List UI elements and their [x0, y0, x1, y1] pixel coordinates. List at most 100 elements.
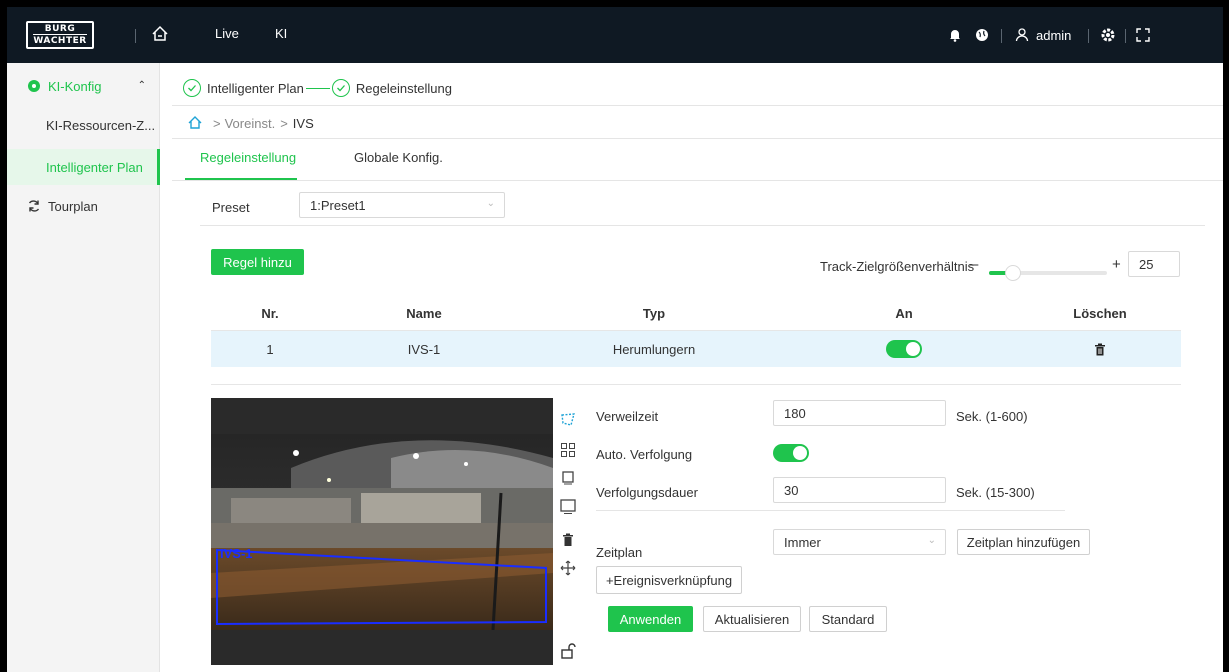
header-typ: Typ [642, 306, 666, 321]
chevron-down-icon: ⌄ [486, 198, 495, 209]
user-icon [1015, 28, 1029, 42]
sidebar-group-ki-konfig[interactable]: KI-Konfig ⌃ [7, 67, 160, 105]
check-circle-icon [183, 79, 201, 97]
breadcrumb: > Voreinst. > IVS [187, 115, 314, 131]
header-loeschen: Löschen [1073, 306, 1127, 321]
camera-preview[interactable]: IVS-1 [211, 398, 553, 665]
home-icon[interactable] [187, 115, 203, 131]
apply-button[interactable]: Anwenden [608, 606, 693, 632]
refresh-button[interactable]: Aktualisieren [703, 606, 801, 632]
logo-line-2: WACHTER [33, 34, 87, 46]
dwell-time-input[interactable]: 180 [773, 400, 946, 426]
chevron-down-icon: ⌄ [927, 535, 936, 546]
divider [172, 180, 1223, 181]
header-an: An [895, 306, 913, 321]
slider-increase-button[interactable]: + [1112, 256, 1121, 273]
move-icon[interactable] [560, 560, 576, 576]
sidebar-group-label: KI-Konfig [48, 78, 102, 94]
schedule-label: Zeitplan [596, 545, 643, 560]
video-overlay-label: IVS-1 [220, 546, 253, 561]
sidebar-item-intelligenter-plan[interactable]: Intelligenter Plan [7, 149, 160, 185]
tour-icon [28, 200, 40, 212]
trash-icon[interactable] [560, 532, 576, 548]
track-ratio-input[interactable]: 25 [1128, 251, 1180, 277]
toggle-knob [906, 342, 920, 356]
nav-ki[interactable]: KI [275, 26, 287, 41]
schedule-select[interactable]: Immer ⌄ [773, 529, 946, 555]
gear-icon[interactable] [1100, 27, 1116, 43]
sidebar-tour-label: Tourplan [48, 198, 98, 214]
row-nr: 1 [266, 341, 274, 357]
preset-select[interactable]: 1:Preset1 ⌄ [299, 192, 505, 218]
chevron-up-icon: ⌃ [137, 80, 146, 91]
app-window: BURG WACHTER Live KI admin KI-Konfig ⌃ K… [7, 7, 1223, 672]
sidebar-item-tourplan[interactable]: Tourplan [7, 187, 160, 225]
dwell-time-label: Verweilzeit [596, 409, 659, 424]
trash-icon[interactable] [1094, 343, 1106, 356]
home-icon[interactable] [150, 24, 170, 44]
add-rule-button[interactable]: Regel hinzu [211, 249, 304, 275]
breadcrumb-separator: > [280, 115, 288, 131]
divider [135, 29, 136, 43]
globe-icon[interactable] [974, 27, 990, 43]
row-typ: Herumlungern [612, 341, 696, 357]
step-connector [305, 87, 330, 89]
preset-label: Preset [212, 200, 250, 215]
min-size-icon[interactable] [560, 470, 576, 486]
toggle-knob [793, 446, 807, 460]
tab-globale-konfig[interactable]: Globale Konfig. [354, 150, 443, 165]
event-link-button[interactable]: +Ereignisverknüpfung [596, 566, 742, 594]
wizard-steps: Intelligenter Plan Regeleinstellung [183, 76, 452, 100]
tab-regeleinstellung[interactable]: Regeleinstellung [200, 150, 296, 165]
logo-line-1: BURG [44, 24, 76, 34]
divider [1001, 29, 1002, 43]
camera-image [211, 398, 553, 665]
divider [1088, 29, 1089, 43]
track-duration-input[interactable]: 30 [773, 477, 946, 503]
grid-icon[interactable] [560, 442, 576, 458]
header-nr: Nr. [261, 306, 279, 321]
check-circle-icon [331, 79, 350, 97]
bell-icon[interactable] [947, 27, 963, 43]
breadcrumb-voreinst[interactable]: Voreinst. [225, 116, 276, 131]
user-menu[interactable]: admin [1014, 24, 1071, 46]
slider-decrease-button[interactable]: – [970, 256, 978, 273]
ai-config-icon [28, 80, 40, 92]
preset-value: 1:Preset1 [310, 198, 366, 213]
table-header: Nr. Name Typ An Löschen [211, 297, 1181, 331]
default-button[interactable]: Standard [809, 606, 887, 632]
schedule-value: Immer [784, 535, 821, 550]
row-delete-cell [1019, 331, 1181, 367]
divider [596, 510, 1065, 511]
slider-handle[interactable] [1004, 265, 1021, 281]
divider [200, 225, 1205, 226]
step-intelligenter-plan[interactable]: Intelligenter Plan [207, 81, 304, 96]
sidebar-item-ki-ressourcen[interactable]: KI-Ressourcen-Z... [7, 107, 160, 143]
user-name: admin [1036, 27, 1072, 43]
draw-polygon-icon[interactable] [560, 412, 576, 428]
step-regeleinstellung[interactable]: Regeleinstellung [356, 81, 452, 96]
add-schedule-button[interactable]: Zeitplan hinzufügen [957, 529, 1090, 555]
top-bar: BURG WACHTER Live KI admin [7, 7, 1223, 63]
auto-track-label: Auto. Verfolgung [596, 447, 693, 462]
auto-track-toggle[interactable] [773, 444, 809, 462]
dwell-time-unit: Sek. (1-600) [956, 409, 1028, 424]
rule-enable-toggle[interactable] [886, 340, 922, 358]
row-name: IVS-1 [407, 341, 441, 357]
nav-live[interactable]: Live [215, 26, 239, 41]
divider [172, 138, 1223, 139]
fullscreen-icon[interactable] [1135, 27, 1151, 43]
track-ratio-slider[interactable] [989, 265, 1107, 281]
header-name: Name [406, 306, 442, 321]
breadcrumb-separator: > [213, 115, 221, 131]
track-duration-unit: Sek. (15-300) [956, 485, 1035, 500]
max-size-icon[interactable] [560, 499, 576, 515]
brand-logo[interactable]: BURG WACHTER [26, 21, 94, 49]
unlock-icon[interactable] [560, 643, 576, 659]
sidebar: KI-Konfig ⌃ KI-Ressourcen-Z... Intellige… [7, 63, 160, 672]
divider [1125, 29, 1126, 43]
table-row[interactable]: 1 IVS-1 Herumlungern [211, 331, 1181, 367]
divider [172, 105, 1223, 106]
track-ratio-label: Track-Zielgrößenverhältnis [820, 259, 975, 274]
drawing-toolbar [553, 398, 583, 665]
